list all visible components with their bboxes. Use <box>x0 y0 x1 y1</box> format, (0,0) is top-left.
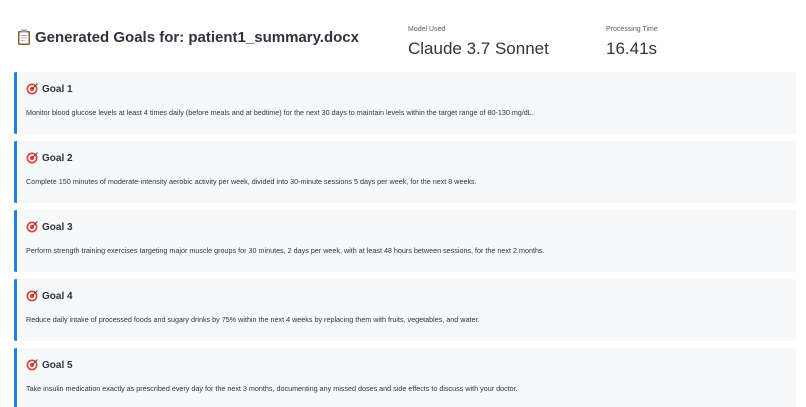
target-icon <box>26 221 38 233</box>
goal-card: Goal 3 Perform strength training exercis… <box>14 210 796 272</box>
goal-header: Goal 3 <box>26 221 73 233</box>
goal-text: Perform strength training exercises targ… <box>26 246 545 255</box>
target-icon <box>26 359 38 371</box>
model-metric-value: Claude 3.7 Sonnet <box>408 39 549 58</box>
goal-title: Goal 5 <box>42 359 73 371</box>
goal-header: Goal 4 <box>26 290 73 302</box>
goal-header: Goal 5 <box>26 359 73 371</box>
goal-text: Take insulin medication exactly as presc… <box>26 384 518 393</box>
goal-card: Goal 4 Reduce daily intake of processed … <box>14 279 796 341</box>
goal-text: Complete 150 minutes of moderate-intensi… <box>26 177 477 186</box>
page-title: Generated Goals for: patient1_summary.do… <box>17 28 359 46</box>
goals-list: Goal 1 Monitor blood glucose levels at l… <box>14 72 796 407</box>
target-icon <box>26 83 38 95</box>
goal-title: Goal 1 <box>42 83 73 95</box>
goal-card: Goal 5 Take insulin medication exactly a… <box>14 348 796 407</box>
goal-title: Goal 4 <box>42 290 73 302</box>
goal-header: Goal 1 <box>26 83 73 95</box>
target-icon <box>26 290 38 302</box>
goal-title: Goal 2 <box>42 152 73 164</box>
time-metric: Processing Time 16.41s <box>606 25 658 59</box>
page-title-text: Generated Goals for: patient1_summary.do… <box>35 28 359 46</box>
time-metric-value: 16.41s <box>606 39 658 58</box>
target-icon <box>26 152 38 164</box>
page: Generated Goals for: patient1_summary.do… <box>0 0 806 407</box>
goal-text: Monitor blood glucose levels at least 4 … <box>26 108 534 117</box>
model-metric: Model Used Claude 3.7 Sonnet <box>408 25 549 59</box>
goal-card: Goal 2 Complete 150 minutes of moderate-… <box>14 141 796 203</box>
goal-card: Goal 1 Monitor blood glucose levels at l… <box>14 72 796 134</box>
model-metric-label: Model Used <box>408 26 446 33</box>
header: Generated Goals for: patient1_summary.do… <box>0 0 806 72</box>
goal-text: Reduce daily intake of processed foods a… <box>26 315 480 324</box>
time-metric-label: Processing Time <box>606 26 658 33</box>
goal-title: Goal 3 <box>42 221 73 233</box>
goal-header: Goal 2 <box>26 152 73 164</box>
clipboard-icon <box>18 29 30 45</box>
